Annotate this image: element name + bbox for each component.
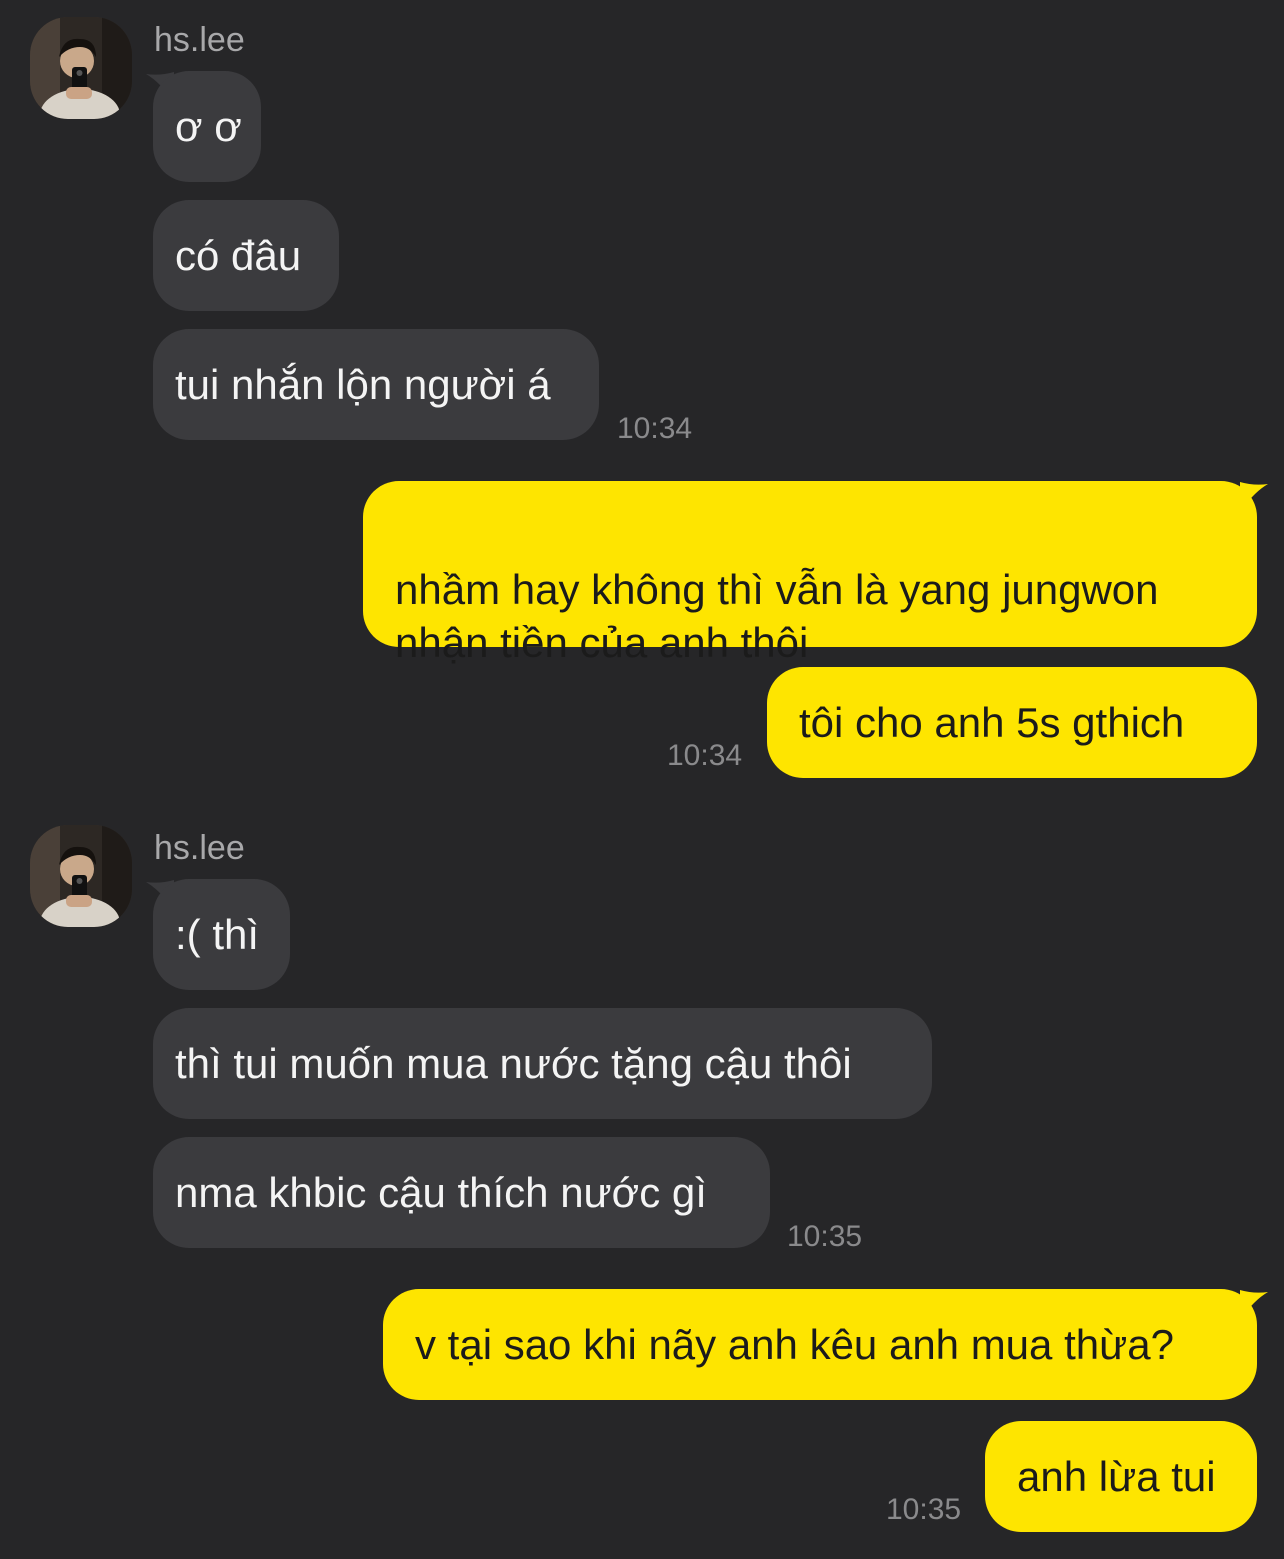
message-timestamp: 10:34 <box>617 412 693 445</box>
message-bubble[interactable]: nhầm hay không thì vẫn là yang jungwon n… <box>363 481 1257 666</box>
message-text: anh lừa tui <box>1017 1453 1216 1500</box>
message-text: v tại sao khi nãy anh kêu anh mua thừa? <box>415 1321 1174 1368</box>
message-bubble[interactable]: tôi cho anh 5s gthich <box>767 667 1257 778</box>
message-text: thì tui muốn mua nước tặng cậu thôi <box>175 1040 852 1087</box>
avatar[interactable] <box>30 17 132 119</box>
message-bubble[interactable]: có đâu <box>153 200 339 311</box>
message-timestamp: 10:35 <box>787 1220 863 1253</box>
message-bubble[interactable]: :( thì <box>153 879 290 990</box>
message-bubble[interactable]: v tại sao khi nãy anh kêu anh mua thừa? <box>383 1289 1257 1400</box>
sender-name: hs.lee <box>154 21 245 59</box>
message-bubble[interactable]: anh lừa tui <box>985 1421 1257 1532</box>
message-text: :( thì <box>175 911 260 958</box>
message-text: tui nhắn lộn người á <box>175 361 551 408</box>
message-bubble[interactable]: nma khbic cậu thích nước gì <box>153 1137 770 1248</box>
message-text: nma khbic cậu thích nước gì <box>175 1169 707 1216</box>
message-timestamp: 10:35 <box>886 1493 962 1526</box>
avatar[interactable] <box>30 825 132 927</box>
message-text: có đâu <box>175 232 302 279</box>
message-text: nhầm hay không thì vẫn là yang jungwon n… <box>395 566 1159 666</box>
message-text: tôi cho anh 5s gthich <box>799 699 1185 746</box>
message-bubble[interactable]: ơ ơ <box>153 71 261 182</box>
message-bubble[interactable]: thì tui muốn mua nước tặng cậu thôi <box>153 1008 932 1119</box>
message-text: ơ ơ <box>175 103 242 150</box>
sender-name: hs.lee <box>154 829 245 867</box>
message-bubble[interactable]: tui nhắn lộn người á <box>153 329 599 440</box>
message-timestamp: 10:34 <box>667 739 743 772</box>
chat-message-list[interactable]: hs.lee ơ ơ có đâu tui nhắn lộn người á 1… <box>0 0 1284 1559</box>
profile-photo-icon <box>30 17 132 119</box>
profile-photo-icon <box>30 825 132 927</box>
